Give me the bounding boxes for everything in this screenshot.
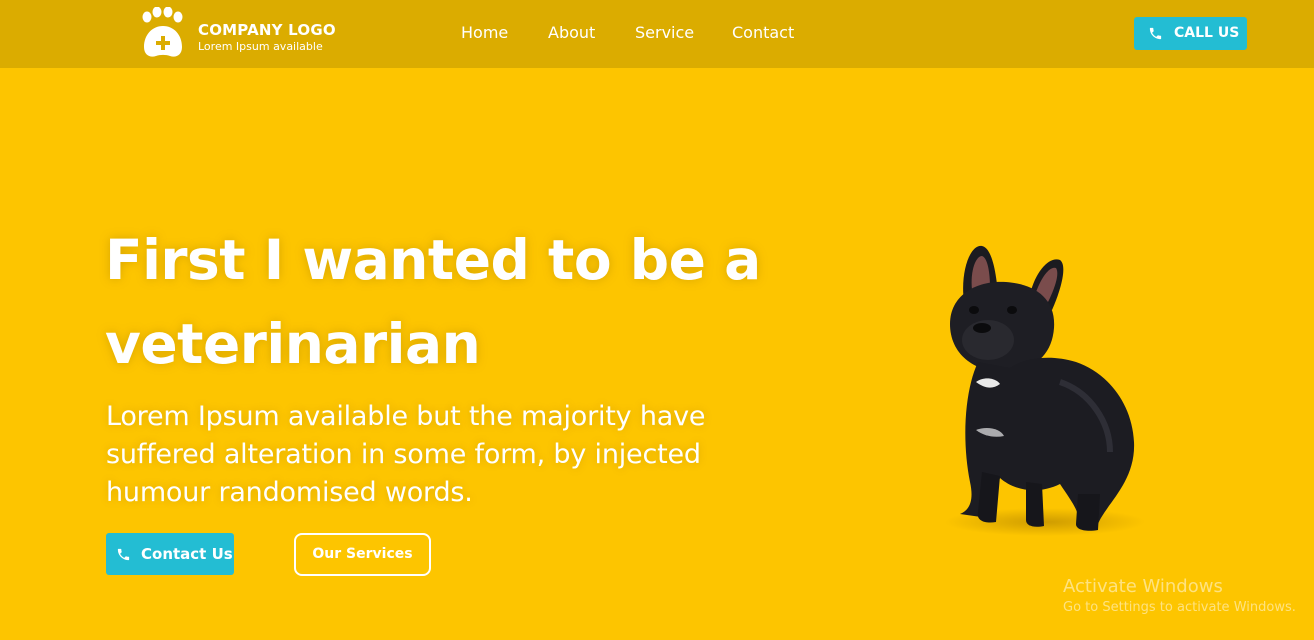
description-line-2: suffered alteration in some form, by inj… — [106, 439, 701, 470]
nav-service[interactable]: Service — [635, 23, 694, 42]
logo-subtitle: Lorem Ipsum available — [198, 40, 323, 53]
hero-headline: First I wanted to be a veterinarian — [105, 218, 825, 386]
watermark-title: Activate Windows — [1063, 576, 1223, 597]
headline-line-2: veterinarian — [105, 312, 481, 376]
company-logo[interactable]: COMPANY LOGO Lorem Ipsum available — [138, 7, 338, 61]
our-services-button[interactable]: Our Services — [294, 533, 431, 576]
nav-about[interactable]: About — [548, 23, 595, 42]
paw-plus-icon — [142, 7, 183, 57]
hero-description: Lorem Ipsum available but the majority h… — [106, 398, 796, 512]
contact-us-label: Contact Us — [141, 545, 233, 563]
nav-contact[interactable]: Contact — [732, 23, 794, 42]
description-line-3: humour randomised words. — [106, 477, 473, 508]
watermark-subtitle: Go to Settings to activate Windows. — [1063, 600, 1296, 615]
windows-activation-watermark: Activate Windows Go to Settings to activ… — [1063, 576, 1296, 615]
phone-icon — [1149, 27, 1162, 40]
phone-icon — [117, 548, 130, 561]
logo-title: COMPANY LOGO — [198, 21, 336, 39]
nav-home[interactable]: Home — [461, 23, 508, 42]
call-us-button[interactable]: CALL US — [1134, 17, 1247, 50]
headline-line-1: First I wanted to be a — [105, 228, 761, 292]
french-bulldog-image — [945, 245, 1145, 536]
call-us-label: CALL US — [1174, 25, 1240, 41]
contact-us-button[interactable]: Contact Us — [106, 533, 234, 575]
description-line-1: Lorem Ipsum available but the majority h… — [106, 401, 706, 432]
header-bar: COMPANY LOGO Lorem Ipsum available Home … — [0, 0, 1314, 68]
